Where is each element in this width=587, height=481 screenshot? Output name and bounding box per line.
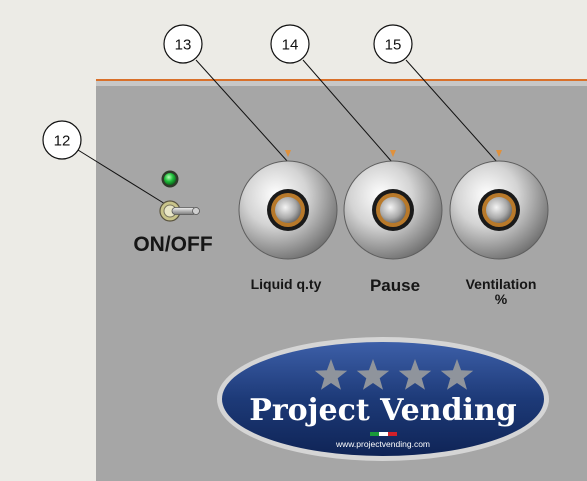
- callout-12: 12: [42, 120, 82, 160]
- knob-center-shaft: [486, 197, 512, 223]
- knob-label-unit: %: [495, 291, 508, 307]
- knob-label: Ventilation: [466, 276, 537, 292]
- callout-number: 15: [385, 37, 402, 54]
- knob-center-shaft: [275, 197, 301, 223]
- callout-15: 15: [373, 24, 413, 64]
- panel-top-orange-stripe: [96, 79, 587, 81]
- panel-top-bevel: [96, 81, 587, 86]
- on-off-label: ON/OFF: [133, 233, 212, 256]
- knob-label: Liquid q.ty: [251, 276, 322, 292]
- callout-13: 13: [163, 24, 203, 64]
- knob-label: Pause: [370, 276, 420, 295]
- callout-14: 14: [270, 24, 310, 64]
- italian-flag-icon: [370, 432, 397, 436]
- brand-url: www.projectvending.com: [335, 439, 430, 449]
- callout-number: 12: [54, 133, 71, 150]
- control-panel-diagram: 12 13 14 15 ON/OFF Liquid q.ty Pause Ven…: [42, 24, 587, 481]
- knob-center-shaft: [380, 197, 406, 223]
- callout-number: 14: [282, 37, 299, 54]
- power-led-indicator: [164, 173, 176, 185]
- project-vending-logo: Project Vending www.projectvending.com: [217, 337, 549, 461]
- callout-number: 13: [175, 37, 192, 54]
- brand-title: Project Vending: [249, 393, 516, 428]
